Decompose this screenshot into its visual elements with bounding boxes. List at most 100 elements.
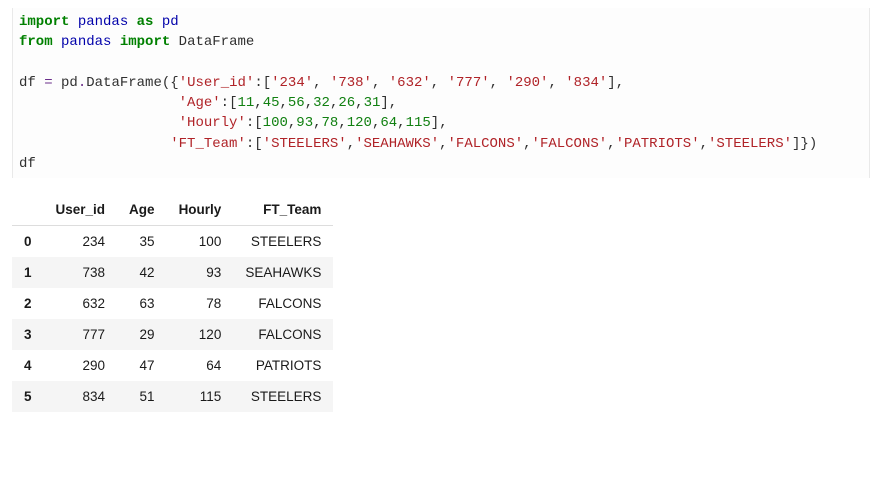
col-header-user-id: User_id xyxy=(44,194,118,226)
comma: , xyxy=(397,115,405,131)
bracket-close: ] xyxy=(607,75,615,91)
team: 'SEAHAWKS' xyxy=(355,136,439,152)
comma: , xyxy=(548,75,556,91)
key-team: 'FT_Team' xyxy=(170,136,246,152)
cell-user-id: 738 xyxy=(44,257,118,288)
num: 56 xyxy=(288,95,305,111)
cell-user-id: 834 xyxy=(44,381,118,412)
num: 120 xyxy=(347,115,372,131)
cell-age: 47 xyxy=(117,350,167,381)
cell-hourly: 78 xyxy=(167,288,234,319)
comma: , xyxy=(439,136,447,152)
team: 'FALCONS' xyxy=(532,136,608,152)
bracket-open: [ xyxy=(254,136,262,152)
name-dataframe: DataFrame xyxy=(179,34,255,50)
num: 32 xyxy=(313,95,330,111)
cell-ft-team: FALCONS xyxy=(233,319,333,350)
team: 'PATRIOTS' xyxy=(616,136,700,152)
mod-pandas: pandas xyxy=(61,34,111,50)
alias-pd: pd xyxy=(162,14,179,30)
num: 93 xyxy=(296,115,313,131)
code-input-cell[interactable]: import pandas as pd from pandas import D… xyxy=(12,8,870,178)
key-hourly: 'Hourly' xyxy=(179,115,246,131)
comma: , xyxy=(607,136,615,152)
kw-from: from xyxy=(19,34,53,50)
bracket-close: ] xyxy=(380,95,388,111)
var-df: df xyxy=(19,75,36,91)
comma: , xyxy=(355,95,363,111)
cell-hourly: 93 xyxy=(167,257,234,288)
num: 64 xyxy=(380,115,397,131)
row-index: 3 xyxy=(12,319,44,350)
kw-import: import xyxy=(120,34,170,50)
op-assign: = xyxy=(44,75,52,91)
table-row: 0 234 35 100 STEELERS xyxy=(12,226,333,258)
cell-ft-team: STEELERS xyxy=(233,381,333,412)
op-dot: . xyxy=(78,75,86,91)
comma: , xyxy=(372,75,380,91)
row-index: 2 xyxy=(12,288,44,319)
table-row: 3 777 29 120 FALCONS xyxy=(12,319,333,350)
cell-age: 35 xyxy=(117,226,167,258)
index-header xyxy=(12,194,44,226)
num: 31 xyxy=(364,95,381,111)
uid: '777' xyxy=(448,75,490,91)
cell-ft-team: SEAHAWKS xyxy=(233,257,333,288)
num: 78 xyxy=(322,115,339,131)
cell-age: 29 xyxy=(117,319,167,350)
colon: : xyxy=(254,75,262,91)
table-row: 4 290 47 64 PATRIOTS xyxy=(12,350,333,381)
num: 115 xyxy=(406,115,431,131)
cell-ft-team: FALCONS xyxy=(233,288,333,319)
mod-pandas: pandas xyxy=(78,14,128,30)
cell-age: 63 xyxy=(117,288,167,319)
bracket-open: [ xyxy=(254,115,262,131)
team: 'STEELERS' xyxy=(263,136,347,152)
comma: , xyxy=(389,95,397,111)
cell-ft-team: PATRIOTS xyxy=(233,350,333,381)
cell-age: 42 xyxy=(117,257,167,288)
colon: : xyxy=(221,95,229,111)
row-index: 0 xyxy=(12,226,44,258)
comma: , xyxy=(313,115,321,131)
cell-ft-team: STEELERS xyxy=(233,226,333,258)
table-header-row: User_id Age Hourly FT_Team xyxy=(12,194,333,226)
kw-as: as xyxy=(137,14,154,30)
num: 45 xyxy=(263,95,280,111)
col-header-age: Age xyxy=(117,194,167,226)
comma: , xyxy=(313,75,321,91)
col-header-hourly: Hourly xyxy=(167,194,234,226)
table-row: 1 738 42 93 SEAHAWKS xyxy=(12,257,333,288)
row-index: 4 xyxy=(12,350,44,381)
row-index: 1 xyxy=(12,257,44,288)
col-header-ft-team: FT_Team xyxy=(233,194,333,226)
row-index: 5 xyxy=(12,381,44,412)
bracket-open: [ xyxy=(263,75,271,91)
team: 'STEELERS' xyxy=(708,136,792,152)
team: 'FALCONS' xyxy=(448,136,524,152)
cell-hourly: 115 xyxy=(167,381,234,412)
cell-hourly: 64 xyxy=(167,350,234,381)
cell-user-id: 777 xyxy=(44,319,118,350)
dataframe-output-table: User_id Age Hourly FT_Team 0 234 35 100 … xyxy=(12,194,333,412)
comma: , xyxy=(439,115,447,131)
cell-user-id: 632 xyxy=(44,288,118,319)
call-dataframe: DataFrame xyxy=(86,75,162,91)
brace-open: { xyxy=(170,75,178,91)
comma: , xyxy=(305,95,313,111)
num: 100 xyxy=(263,115,288,131)
comma: , xyxy=(616,75,624,91)
expr-df: df xyxy=(19,156,36,172)
table-row: 5 834 51 115 STEELERS xyxy=(12,381,333,412)
uid: '834' xyxy=(565,75,607,91)
comma: , xyxy=(431,75,439,91)
cell-user-id: 290 xyxy=(44,350,118,381)
num: 11 xyxy=(237,95,254,111)
num: 26 xyxy=(338,95,355,111)
colon: : xyxy=(246,115,254,131)
colon: : xyxy=(246,136,254,152)
comma: , xyxy=(338,115,346,131)
key-user-id: 'User_id' xyxy=(179,75,255,91)
key-age: 'Age' xyxy=(179,95,221,111)
comma: , xyxy=(254,95,262,111)
